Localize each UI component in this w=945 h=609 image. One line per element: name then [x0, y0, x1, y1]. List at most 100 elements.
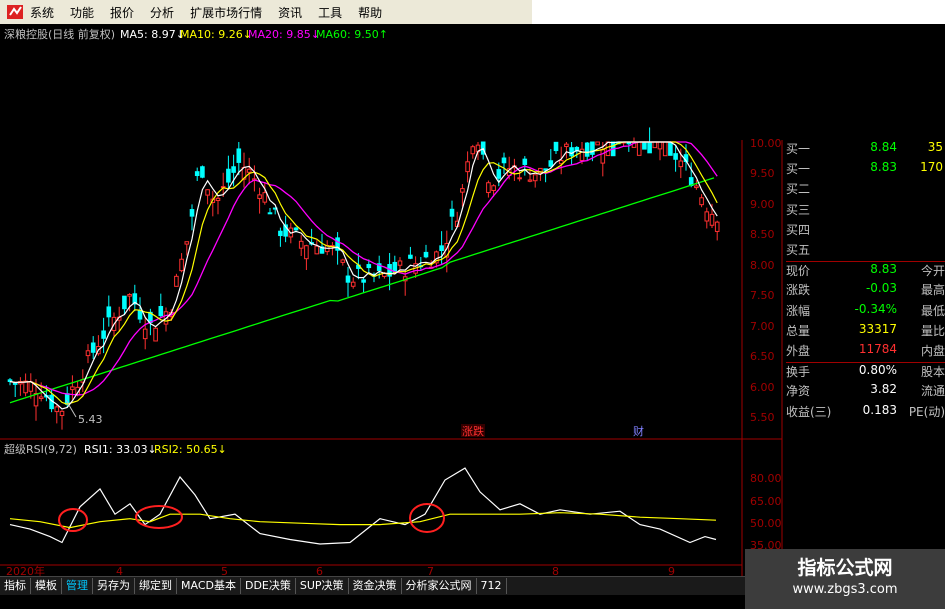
- quote-label: 买一: [786, 142, 811, 156]
- tab-template[interactable]: 模板: [31, 578, 62, 594]
- quote-row: 买五: [786, 241, 945, 259]
- menu-item-help[interactable]: 帮助: [358, 4, 382, 21]
- candle-body: [465, 161, 470, 173]
- event-label-change[interactable]: 涨跌: [462, 424, 484, 438]
- candle-body: [304, 245, 309, 260]
- time-tick-label: 6: [316, 565, 323, 576]
- rsi-tick-label: 65.00: [750, 495, 782, 508]
- candle-body: [647, 141, 652, 154]
- candle-body: [345, 275, 351, 283]
- candle-body: [584, 142, 590, 157]
- rsi-tick-label: 50.00: [750, 517, 782, 530]
- candle-body: [38, 396, 44, 400]
- candle-body: [231, 166, 236, 173]
- candle-body: [267, 212, 273, 215]
- candle-body: [137, 310, 143, 320]
- quote-label-secondary: 流通: [920, 384, 945, 399]
- candle-body: [298, 240, 304, 249]
- tab-macd-basic[interactable]: MACD基本: [177, 578, 241, 594]
- menu-item-extended-market[interactable]: 扩展市场行情: [190, 4, 262, 21]
- menu-item-function[interactable]: 功能: [70, 4, 94, 21]
- quote-label: 收益(三): [786, 404, 832, 419]
- tab-formula-site[interactable]: 分析家公式网: [402, 578, 477, 594]
- menu-item-system[interactable]: 系统: [30, 4, 54, 21]
- candle-body: [85, 350, 91, 357]
- menu-item-tools[interactable]: 工具: [318, 4, 342, 21]
- menu-item-news[interactable]: 资讯: [278, 4, 302, 21]
- price-tick-label: 9.00: [750, 198, 775, 211]
- price-tick-label: 7.50: [750, 289, 775, 302]
- tab-bind-to[interactable]: 绑定到: [135, 578, 177, 594]
- candle-body: [470, 146, 476, 155]
- quote-value: 0.183: [862, 402, 897, 417]
- candle-body: [70, 386, 75, 391]
- candle-body: [668, 141, 673, 156]
- time-tick-label: 4: [116, 565, 123, 576]
- quote-value: 8.84: [870, 140, 897, 154]
- candle-body: [714, 221, 720, 232]
- tab-manage[interactable]: 管理: [62, 578, 93, 594]
- quote-value: 3.82: [870, 382, 897, 397]
- price-tick-label: 6.00: [750, 381, 775, 394]
- tab-save-as[interactable]: 另存为: [93, 578, 135, 594]
- candle-body: [200, 166, 205, 178]
- time-tick-label: 7: [427, 565, 434, 576]
- quote-label: 现价: [786, 264, 811, 279]
- quote-value: 8.83: [870, 160, 897, 175]
- quote-row: 总量 33317 量比: [786, 322, 945, 340]
- candle-body: [189, 209, 195, 217]
- candle-body: [662, 141, 668, 157]
- quote-label-secondary: 最低: [920, 303, 945, 318]
- rsi2-legend: RSI2: 50.65↓: [154, 443, 227, 456]
- quote-label: 买五: [786, 243, 811, 257]
- candle-body: [28, 381, 34, 392]
- candle-body: [532, 174, 538, 182]
- quote-label: 外盘: [786, 344, 811, 358]
- quote-label: 买二: [786, 182, 811, 197]
- quote-row: 买一 8.83 170: [786, 160, 945, 178]
- candle-body: [553, 141, 559, 152]
- quote-row: 涨跌 -0.03 最高: [786, 281, 945, 299]
- rsi-tick-label: 80.00: [750, 472, 782, 485]
- quote-label: 涨跌: [786, 283, 811, 298]
- tab-712[interactable]: 712: [477, 578, 507, 594]
- candle-body: [278, 230, 283, 237]
- candle-body: [657, 141, 663, 150]
- price-tick-label: 9.50: [750, 167, 775, 180]
- candle-body: [579, 148, 585, 161]
- watermark-url: www.zbgs3.com: [792, 582, 898, 597]
- quote-row: 买一 8.84 35: [786, 140, 945, 158]
- candle-body: [460, 188, 465, 193]
- candle-body: [257, 194, 262, 199]
- candle-body: [600, 149, 606, 164]
- quote-label: 买一: [786, 162, 811, 177]
- price-tick-label: 8.00: [750, 259, 775, 272]
- candle-body: [564, 143, 569, 148]
- tab-indicator[interactable]: 指标: [0, 578, 31, 594]
- chart-title: 深粮控股(日线 前复权): [4, 27, 115, 41]
- quote-label: 涨幅: [786, 303, 811, 318]
- indicator-tab-bar: 指标 模板 管理 另存为 绑定到 MACD基本 DDE决策 SUP决策 资金决策…: [0, 576, 745, 595]
- tab-sup[interactable]: SUP决策: [296, 578, 349, 594]
- candle-body: [54, 406, 60, 413]
- candle-body: [704, 211, 710, 222]
- quote-row: 现价 8.83 今开: [786, 261, 945, 280]
- tab-fund[interactable]: 资金决策: [349, 578, 402, 594]
- candle-body: [12, 382, 18, 385]
- quote-value: 8.83: [870, 262, 897, 277]
- menu-item-analysis[interactable]: 分析: [150, 4, 174, 21]
- candle-body: [496, 169, 502, 179]
- tab-dde[interactable]: DDE决策: [241, 578, 296, 594]
- event-label-finance[interactable]: 财: [633, 424, 644, 438]
- candle-body: [673, 153, 678, 160]
- candle-body: [158, 306, 164, 317]
- candle-body: [642, 141, 647, 150]
- candle-body: [90, 342, 96, 353]
- candle-body: [215, 197, 221, 202]
- window-blank-area: [532, 0, 945, 24]
- menu-item-quote[interactable]: 报价: [110, 4, 134, 21]
- time-tick-label: 8: [552, 565, 559, 576]
- quote-row: 换手 0.80% 股本: [786, 362, 945, 381]
- quote-row: 净资 3.82 流通: [786, 382, 945, 400]
- candle-body: [595, 141, 600, 146]
